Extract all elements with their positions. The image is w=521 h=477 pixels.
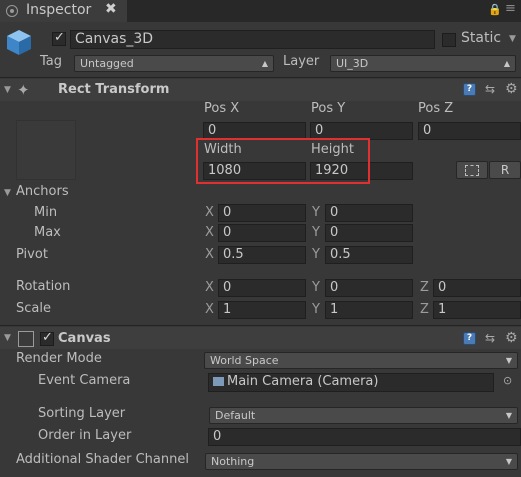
gameobject-cube-icon bbox=[5, 28, 33, 56]
max-label: Max bbox=[34, 225, 61, 240]
event-camera-value: Main Camera (Camera) bbox=[227, 374, 379, 389]
foldout-arrow-icon[interactable]: ▼ bbox=[4, 333, 11, 343]
tab-title: Inspector bbox=[26, 2, 92, 18]
info-icon bbox=[6, 5, 18, 17]
shader-channel-label: Additional Shader Channel bbox=[16, 452, 189, 467]
shader-channel-dropdown[interactable]: Nothing ▼ bbox=[205, 453, 518, 470]
event-camera-field[interactable]: Main Camera (Camera) bbox=[208, 373, 494, 392]
blueprint-icon bbox=[465, 165, 479, 176]
dropdown-arrow-icon: ▼ bbox=[505, 356, 512, 365]
pos-z-field[interactable]: 0 bbox=[418, 122, 521, 140]
pivot-label: Pivot bbox=[16, 247, 48, 262]
raw-edit-button[interactable]: R bbox=[489, 161, 521, 179]
foldout-arrow-icon[interactable]: ▼ bbox=[4, 85, 11, 95]
dropdown-arrow-icon: ▼ bbox=[505, 457, 512, 466]
axis-x-label: X bbox=[205, 225, 214, 240]
anchor-max-x-field[interactable]: 0 bbox=[218, 224, 306, 242]
render-mode-value: World Space bbox=[210, 354, 279, 367]
pivot-y-field[interactable]: 0.5 bbox=[325, 246, 413, 264]
axis-z-label: Z bbox=[420, 302, 429, 317]
axis-y-label: Y bbox=[312, 247, 320, 262]
order-in-layer-label: Order in Layer bbox=[38, 428, 132, 443]
axis-x-label: X bbox=[205, 247, 214, 262]
anchors-foldout-icon[interactable]: ▼ bbox=[4, 188, 11, 198]
layer-dropdown[interactable]: UI_3D ▲ bbox=[330, 55, 516, 72]
axis-x-label: X bbox=[205, 280, 214, 295]
order-in-layer-field[interactable]: 0 bbox=[208, 428, 521, 446]
canvas-title: Canvas bbox=[58, 331, 111, 346]
layer-label: Layer bbox=[283, 54, 320, 69]
anchor-preset-box[interactable] bbox=[16, 120, 76, 180]
pivot-x-field[interactable]: 0.5 bbox=[218, 246, 306, 264]
pos-y-label: Pos Y bbox=[311, 101, 346, 116]
gameobject-name-field[interactable]: Canvas_3D bbox=[70, 30, 435, 49]
static-dropdown-arrow[interactable]: ▼ bbox=[509, 34, 516, 44]
axis-x-label: X bbox=[205, 302, 214, 317]
rotation-y-field[interactable]: 0 bbox=[325, 279, 413, 297]
tag-label: Tag bbox=[40, 54, 63, 69]
anchor-min-y-field[interactable]: 0 bbox=[325, 204, 413, 222]
tab-inspector[interactable]: Inspector ✖ bbox=[0, 0, 127, 22]
help-icon[interactable]: ? bbox=[463, 332, 476, 345]
tag-value: Untagged bbox=[80, 57, 134, 70]
axis-y-label: Y bbox=[312, 280, 320, 295]
min-label: Min bbox=[34, 205, 58, 220]
preset-icon[interactable]: ⇆ bbox=[485, 331, 495, 345]
scale-x-field[interactable]: 1 bbox=[218, 301, 306, 319]
dropdown-arrow-icon: ▲ bbox=[261, 59, 268, 68]
highlight-box bbox=[196, 138, 370, 184]
canvas-icon-box bbox=[18, 331, 34, 347]
camera-icon bbox=[213, 377, 224, 386]
rotation-z-field[interactable]: 0 bbox=[433, 279, 521, 297]
render-mode-label: Render Mode bbox=[16, 351, 102, 366]
anchors-label: Anchors bbox=[16, 184, 69, 199]
scale-y-field[interactable]: 1 bbox=[325, 301, 413, 319]
dropdown-arrow-icon: ▲ bbox=[503, 59, 510, 68]
tag-dropdown[interactable]: Untagged ▲ bbox=[74, 55, 274, 72]
axis-z-label: Z bbox=[420, 280, 429, 295]
dropdown-arrow-icon: ▼ bbox=[505, 411, 512, 420]
anchor-min-x-field[interactable]: 0 bbox=[218, 204, 306, 222]
axis-y-label: Y bbox=[312, 302, 320, 317]
axis-y-label: Y bbox=[312, 205, 320, 220]
menu-icon[interactable]: ≡ bbox=[505, 1, 516, 16]
help-icon[interactable]: ? bbox=[463, 83, 476, 96]
layer-value: UI_3D bbox=[336, 57, 369, 70]
canvas-enabled-checkbox[interactable]: ✓ bbox=[40, 330, 54, 346]
active-checkbox[interactable]: ✓ bbox=[52, 30, 66, 46]
event-camera-label: Event Camera bbox=[38, 373, 131, 388]
settings-gear-icon[interactable]: ⚙ bbox=[505, 81, 518, 97]
pos-x-label: Pos X bbox=[204, 101, 240, 116]
divider bbox=[0, 325, 521, 326]
anchor-max-y-field[interactable]: 0 bbox=[325, 224, 413, 242]
scale-z-field[interactable]: 1 bbox=[433, 301, 521, 319]
preset-icon[interactable]: ⇆ bbox=[485, 82, 495, 96]
sorting-layer-dropdown[interactable]: Default ▼ bbox=[209, 407, 518, 424]
sorting-layer-value: Default bbox=[215, 409, 256, 422]
object-picker-icon[interactable]: ⊙ bbox=[503, 374, 512, 387]
blueprint-mode-button[interactable] bbox=[456, 161, 488, 179]
static-checkbox[interactable] bbox=[442, 33, 456, 47]
shader-channel-value: Nothing bbox=[211, 455, 255, 468]
settings-gear-icon[interactable]: ⚙ bbox=[505, 330, 518, 346]
lock-icon[interactable]: 🔒 bbox=[488, 3, 502, 16]
static-label: Static bbox=[461, 30, 502, 46]
rect-transform-icon: ✦ bbox=[17, 81, 30, 99]
scale-label: Scale bbox=[16, 301, 51, 316]
close-icon[interactable]: ✖ bbox=[105, 1, 117, 17]
render-mode-dropdown[interactable]: World Space ▼ bbox=[204, 352, 518, 369]
divider bbox=[0, 77, 521, 78]
pos-z-label: Pos Z bbox=[418, 101, 454, 116]
rotation-label: Rotation bbox=[16, 279, 71, 294]
sorting-layer-label: Sorting Layer bbox=[38, 406, 126, 421]
axis-x-label: X bbox=[205, 205, 214, 220]
axis-y-label: Y bbox=[312, 225, 320, 240]
rotation-x-field[interactable]: 0 bbox=[218, 279, 306, 297]
rect-transform-title: Rect Transform bbox=[58, 82, 170, 97]
